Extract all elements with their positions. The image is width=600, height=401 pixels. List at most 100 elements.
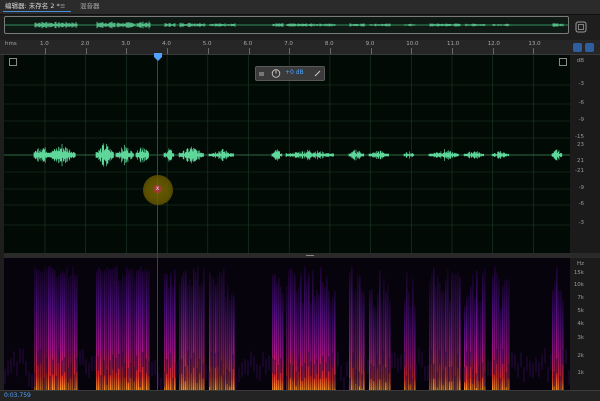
playhead-marker-icon[interactable] — [154, 46, 162, 61]
db-center-upper: 23 — [577, 142, 584, 148]
spectral-noise — [409, 369, 411, 385]
spectral-noise — [67, 367, 69, 383]
spectral-noise — [523, 367, 525, 383]
spectral-noise — [277, 365, 279, 381]
volume-hud[interactable]: +0 dB — [255, 66, 325, 81]
spectral-column — [308, 273, 310, 390]
spectral-noise — [358, 371, 360, 387]
spectral-noise — [541, 354, 543, 370]
spectral-noise — [52, 359, 54, 375]
ruler-tick-mark — [167, 48, 169, 54]
spectral-noise — [208, 372, 210, 388]
db-tick: -3 — [578, 220, 584, 226]
playhead-line[interactable] — [157, 55, 158, 390]
amplitude-scale[interactable]: dB -3 -6 -9 -15 23 21 -21 -9 -6 -3 — [570, 55, 600, 253]
spectral-noise — [229, 371, 231, 387]
spectral-noise — [346, 361, 348, 377]
pin-icon[interactable] — [314, 70, 321, 77]
spectral-noise — [559, 375, 561, 390]
db-tick: -3 — [578, 81, 584, 87]
spectral-column — [381, 300, 383, 390]
spectral-column — [56, 276, 58, 390]
spectral-noise — [394, 352, 396, 368]
spectral-noise — [241, 362, 243, 378]
spectral-noise — [547, 366, 549, 382]
spectral-column — [74, 275, 76, 390]
spectral-column — [330, 301, 332, 390]
ruler-tick-mark — [248, 48, 250, 54]
hz-tick: 7k — [577, 295, 584, 301]
spectral-noise — [202, 363, 204, 379]
spectral-noise — [382, 350, 384, 366]
hz-unit-label: Hz — [576, 261, 584, 267]
zoom-full-icon[interactable] — [575, 18, 587, 33]
spectral-noise — [49, 375, 51, 390]
ruler-tick-label: 11.0 — [447, 41, 460, 47]
spectral-column — [457, 272, 459, 390]
spectral-noise — [145, 358, 147, 374]
spectral-display[interactable] — [4, 258, 570, 390]
spectral-noise — [334, 374, 336, 390]
overview-navigator[interactable] — [4, 16, 569, 34]
spectral-noise — [352, 352, 354, 368]
tab-mixer[interactable]: 混音器 — [80, 2, 100, 11]
spectral-noise — [556, 358, 558, 374]
time-ruler[interactable]: hms 1.0 2.0 3.0 4.0 5.0 6.0 7.0 8.0 9.0 10.0 11.0 1… — [0, 40, 600, 55]
spectral-noise — [340, 365, 342, 381]
spectral-noise — [355, 368, 357, 384]
spectral-noise — [298, 357, 300, 373]
spectral-noise — [25, 360, 27, 376]
spectral-noise — [310, 361, 312, 377]
tab-menu-icon[interactable]: ≡ — [60, 2, 65, 11]
spectral-column — [406, 272, 408, 390]
spectral-column — [560, 290, 562, 390]
spectral-column — [213, 278, 215, 390]
db-center-lower: 21 — [577, 158, 584, 164]
ruler-tick-label: 13.0 — [528, 41, 541, 47]
spectral-noise — [448, 366, 450, 382]
spectral-noise — [124, 362, 126, 378]
spectral-column — [112, 268, 114, 390]
spectral-column — [387, 283, 389, 390]
spectral-noise — [442, 369, 444, 385]
spectral-noise — [160, 377, 162, 390]
spectral-noise — [370, 363, 372, 379]
waveform-display[interactable] — [4, 55, 570, 253]
spectral-column — [298, 286, 300, 390]
spectral-column — [211, 276, 213, 390]
spectral-column — [470, 286, 472, 390]
pan-knob-handle[interactable]: x — [154, 185, 161, 193]
document-tab-bar: 编辑器: 未存名 2 * ≡ 混音器 — [0, 0, 600, 15]
db-tick: -9 — [578, 185, 584, 191]
ruler-tick-mark — [492, 48, 494, 54]
spectrogram-canvas[interactable] — [4, 258, 570, 390]
spectral-noise — [427, 365, 429, 381]
spectral-noise — [223, 375, 225, 390]
waveform-canvas[interactable] — [4, 55, 570, 253]
snap-icon[interactable] — [573, 43, 582, 52]
marker-icon[interactable] — [585, 43, 594, 52]
pan-knob-icon[interactable]: x — [143, 175, 173, 205]
spectral-noise — [250, 351, 252, 367]
spectral-noise — [151, 361, 153, 377]
spectral-noise — [88, 363, 90, 379]
spectral-column — [231, 293, 233, 390]
spectral-column — [96, 271, 98, 390]
volume-knob-icon[interactable] — [259, 69, 283, 78]
spectral-column — [44, 267, 46, 390]
spectral-noise — [28, 371, 30, 387]
spectral-column — [100, 270, 102, 390]
spectral-column — [558, 290, 560, 390]
frequency-scale[interactable]: Hz 15k 10k 7k 5k 4k 3k 2k 1k — [570, 258, 600, 390]
ruler-tick-label: 4.0 — [162, 41, 171, 47]
tab-editor[interactable]: 编辑器: 未存名 2 * — [5, 2, 60, 11]
spectral-column — [50, 266, 52, 390]
corner-expand-icon[interactable] — [9, 58, 17, 66]
spectral-noise — [142, 351, 144, 367]
corner-expand-icon-right[interactable] — [559, 58, 567, 66]
divider-grip-icon[interactable] — [306, 255, 314, 256]
spectral-noise — [490, 361, 492, 377]
spectral-noise — [133, 366, 135, 382]
spectral-noise — [127, 367, 129, 383]
spectral-noise — [451, 366, 453, 382]
